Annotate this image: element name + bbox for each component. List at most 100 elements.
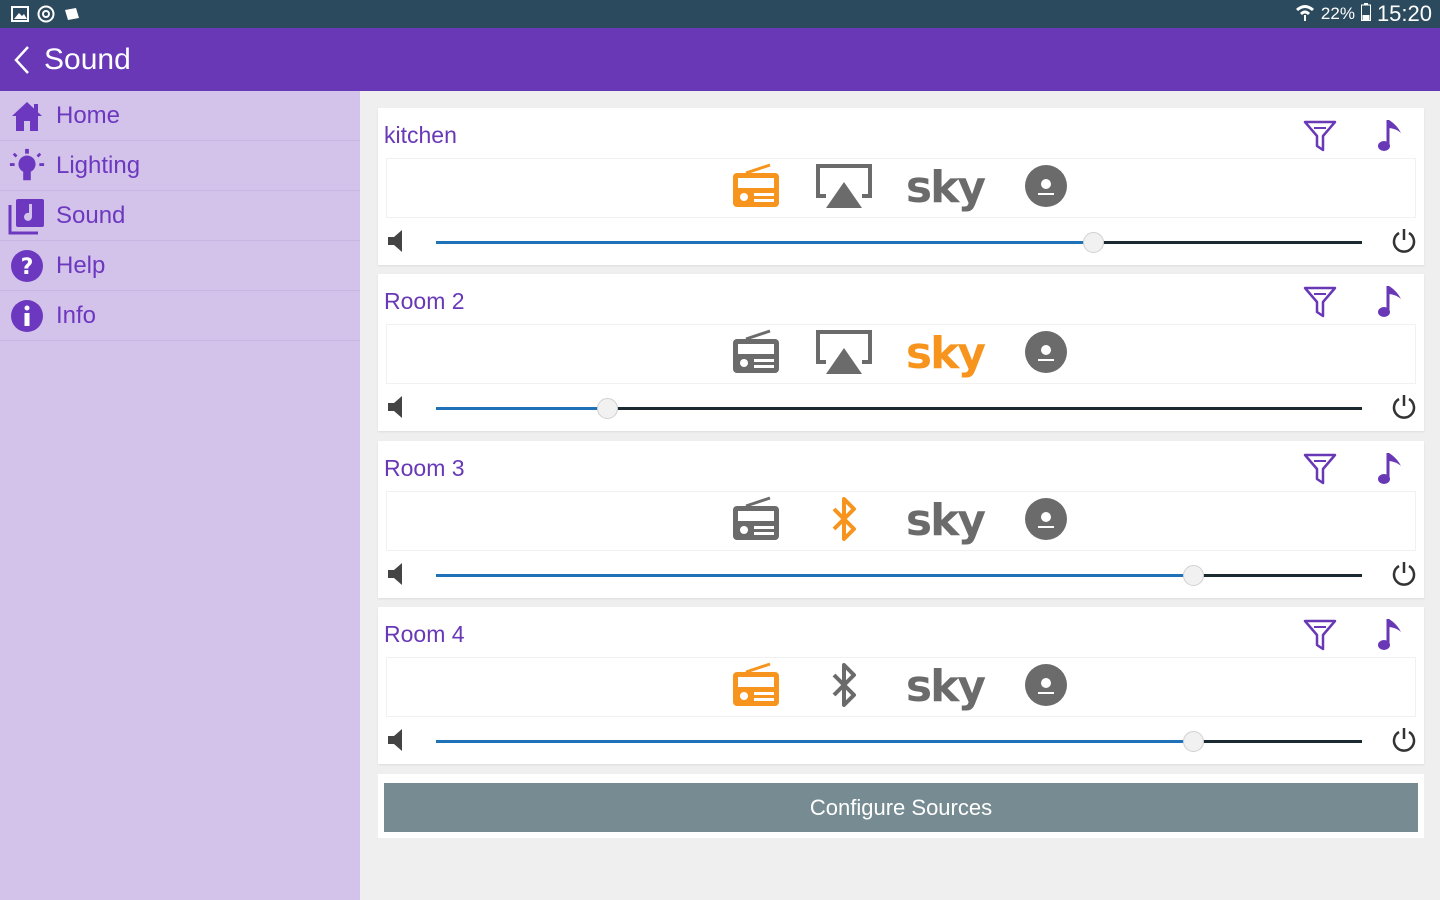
source-disc-button[interactable] — [1019, 660, 1073, 714]
wifi-icon — [1295, 1, 1315, 27]
speaker-icon — [388, 230, 402, 252]
source-radio-button[interactable] — [729, 161, 783, 215]
source-selector: sky — [386, 657, 1416, 717]
back-button[interactable] — [2, 28, 42, 91]
speaker-icon — [388, 563, 402, 585]
source-sky-button[interactable]: sky — [905, 161, 986, 215]
volume-row — [386, 723, 1426, 757]
room-card: Room 3 sky — [378, 441, 1424, 598]
filter-icon — [1303, 619, 1337, 651]
music-note-icon — [1378, 120, 1401, 151]
source-disc-button[interactable] — [1019, 327, 1073, 381]
filter-icon — [1303, 120, 1337, 152]
sidebar-item-sound[interactable]: Sound — [0, 191, 360, 241]
chevron-left-icon — [14, 45, 29, 74]
sidebar-item-label: Sound — [56, 201, 126, 229]
power-icon — [1392, 229, 1416, 253]
room-name: Room 2 — [384, 288, 465, 314]
volume-thumb[interactable] — [1182, 731, 1204, 752]
power-button[interactable] — [1390, 726, 1420, 756]
power-button[interactable] — [1390, 227, 1420, 257]
room-name: Room 3 — [384, 455, 465, 481]
sidebar-item-lighting[interactable]: Lighting — [0, 141, 360, 191]
volume-thumb[interactable] — [1182, 565, 1204, 586]
power-icon — [1392, 395, 1416, 419]
page-title: Sound — [44, 42, 131, 76]
gallery-icon — [10, 5, 30, 23]
volume-slider[interactable] — [436, 397, 1362, 419]
sidebar-item-help[interactable]: ? Help — [0, 241, 360, 291]
sidebar-item-home[interactable]: Home — [0, 91, 360, 141]
mute-button[interactable] — [386, 561, 414, 589]
room-card: Room 4 sky — [378, 607, 1424, 764]
filter-button[interactable] — [1300, 116, 1340, 156]
sidebar-nav: Home Lighting Sound ? Help Info — [0, 91, 360, 900]
speaker-icon — [388, 396, 402, 418]
battery-icon — [1360, 1, 1371, 27]
volume-fill — [436, 407, 608, 410]
source-radio-button[interactable] — [729, 660, 783, 714]
room-name: kitchen — [384, 122, 457, 148]
radio-icon — [730, 662, 782, 713]
info-icon — [8, 297, 46, 335]
mute-button[interactable] — [386, 228, 414, 256]
source-bluetooth-button[interactable] — [817, 660, 871, 714]
bluetooth-icon — [827, 662, 861, 713]
source-radio-button[interactable] — [729, 327, 783, 381]
sidebar-item-label: Home — [56, 101, 121, 129]
disc-icon — [1023, 163, 1069, 214]
source-disc-button[interactable] — [1019, 161, 1073, 215]
music-button[interactable] — [1370, 116, 1410, 156]
disc-icon — [1023, 496, 1069, 547]
photo-icon — [62, 5, 82, 23]
source-sky-button[interactable]: sky — [905, 327, 986, 381]
filter-button[interactable] — [1300, 282, 1340, 322]
source-radio-button[interactable] — [729, 494, 783, 548]
home-icon — [8, 97, 46, 135]
music-button[interactable] — [1370, 282, 1410, 322]
volume-fill — [436, 740, 1193, 743]
music-note-icon — [1378, 286, 1401, 317]
sidebar-item-info[interactable]: Info — [0, 291, 360, 341]
volume-slider[interactable] — [436, 564, 1362, 586]
sky-logo: sky — [905, 162, 986, 213]
speaker-icon — [388, 729, 402, 751]
mute-button[interactable] — [386, 727, 414, 755]
music-button[interactable] — [1370, 615, 1410, 655]
room-name: Room 4 — [384, 621, 465, 647]
question-icon: ? — [8, 247, 46, 285]
volume-thumb[interactable] — [1083, 232, 1105, 253]
volume-slider[interactable] — [436, 231, 1362, 253]
radio-icon — [730, 496, 782, 547]
volume-row — [386, 557, 1426, 591]
app-bar: Sound — [0, 28, 1440, 91]
power-button[interactable] — [1390, 393, 1420, 423]
music-button[interactable] — [1370, 449, 1410, 489]
room-card: Room 2 sky — [378, 274, 1424, 431]
clock: 15:20 — [1376, 1, 1432, 26]
source-selector: sky — [386, 324, 1416, 384]
volume-slider[interactable] — [436, 730, 1362, 752]
source-bluetooth-button[interactable] — [817, 494, 871, 548]
source-disc-button[interactable] — [1019, 494, 1073, 548]
sky-logo: sky — [905, 661, 986, 712]
music-note-icon — [8, 197, 46, 235]
volume-row — [386, 224, 1426, 258]
volume-thumb[interactable] — [597, 398, 619, 419]
at-sign-icon — [36, 5, 56, 23]
source-sky-button[interactable]: sky — [905, 660, 986, 714]
filter-button[interactable] — [1300, 449, 1340, 489]
mute-button[interactable] — [386, 394, 414, 422]
sky-logo: sky — [905, 495, 986, 546]
source-airplay-button[interactable] — [816, 161, 872, 215]
music-note-icon — [1378, 453, 1401, 484]
sidebar-item-label: Lighting — [56, 151, 141, 179]
configure-sources-button[interactable]: Configure Sources — [384, 783, 1418, 832]
volume-fill — [436, 574, 1193, 577]
source-airplay-button[interactable] — [816, 327, 872, 381]
bulb-icon — [8, 147, 46, 185]
sidebar-item-label: Help — [56, 251, 106, 279]
source-sky-button[interactable]: sky — [905, 494, 986, 548]
filter-button[interactable] — [1300, 615, 1340, 655]
power-button[interactable] — [1390, 560, 1420, 590]
